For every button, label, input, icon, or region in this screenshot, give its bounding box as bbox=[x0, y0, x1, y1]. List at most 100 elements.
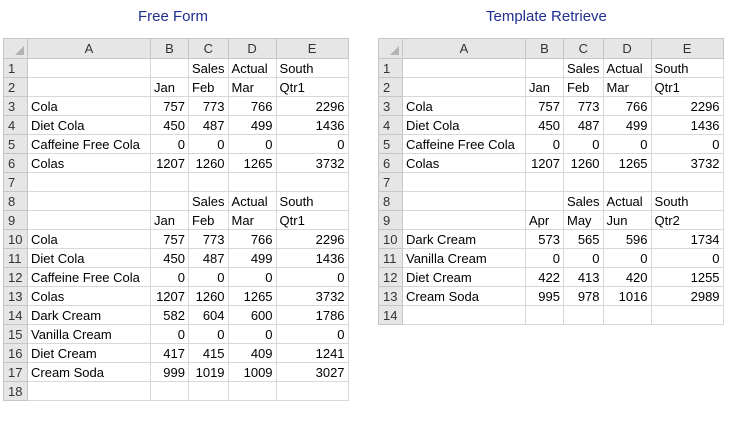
cell-a[interactable]: Diet Cola bbox=[27, 248, 151, 268]
cell-a[interactable]: Cream Soda bbox=[402, 286, 526, 306]
cell-d[interactable]: 766 bbox=[227, 96, 277, 116]
cell-d[interactable]: 499 bbox=[602, 115, 652, 135]
cell-a[interactable] bbox=[402, 210, 526, 230]
row-header[interactable]: 12 bbox=[3, 267, 28, 287]
cell-c[interactable]: Feb bbox=[188, 210, 229, 230]
cell-c[interactable]: 1019 bbox=[188, 362, 229, 382]
row-header[interactable]: 6 bbox=[3, 153, 28, 173]
column-header-a[interactable]: A bbox=[27, 38, 151, 59]
cell-d[interactable]: Jun bbox=[602, 210, 652, 230]
cell-e[interactable]: Qtr1 bbox=[650, 77, 724, 97]
cell-c[interactable]: 0 bbox=[188, 267, 229, 287]
row-header[interactable]: 11 bbox=[378, 248, 403, 268]
cell-b[interactable]: 450 bbox=[525, 115, 564, 135]
cell-a[interactable] bbox=[27, 210, 151, 230]
cell-e[interactable]: 0 bbox=[275, 134, 349, 154]
select-all-corner[interactable] bbox=[378, 38, 403, 59]
cell-a[interactable]: Dark Cream bbox=[27, 305, 151, 325]
cell-e[interactable]: Qtr1 bbox=[275, 77, 349, 97]
row-header[interactable]: 18 bbox=[3, 381, 28, 401]
row-header[interactable]: 3 bbox=[3, 96, 28, 116]
cell-b[interactable]: 1207 bbox=[525, 153, 564, 173]
cell-e[interactable]: Qtr1 bbox=[275, 210, 349, 230]
cell-e[interactable]: 0 bbox=[275, 267, 349, 287]
cell-a[interactable] bbox=[27, 58, 151, 78]
cell-e[interactable] bbox=[650, 172, 724, 192]
column-header-b[interactable]: B bbox=[150, 38, 189, 59]
cell-d[interactable]: Actual bbox=[227, 58, 277, 78]
cell-d[interactable]: 1265 bbox=[227, 153, 277, 173]
cell-c[interactable] bbox=[563, 172, 604, 192]
cell-a[interactable]: Caffeine Free Cola bbox=[402, 134, 526, 154]
cell-e[interactable]: 3027 bbox=[275, 362, 349, 382]
cell-b[interactable] bbox=[525, 172, 564, 192]
cell-d[interactable]: 1016 bbox=[602, 286, 652, 306]
row-header[interactable]: 12 bbox=[378, 267, 403, 287]
cell-a[interactable]: Caffeine Free Cola bbox=[27, 134, 151, 154]
cell-a[interactable]: Diet Cream bbox=[27, 343, 151, 363]
row-header[interactable]: 8 bbox=[378, 191, 403, 211]
cell-e[interactable]: Qtr2 bbox=[650, 210, 724, 230]
cell-c[interactable]: Feb bbox=[188, 77, 229, 97]
cell-b[interactable]: 1207 bbox=[150, 286, 189, 306]
cell-d[interactable]: 766 bbox=[602, 96, 652, 116]
cell-a[interactable]: Colas bbox=[402, 153, 526, 173]
cell-b[interactable] bbox=[150, 191, 189, 211]
cell-b[interactable]: 999 bbox=[150, 362, 189, 382]
cell-a[interactable] bbox=[402, 58, 526, 78]
cell-d[interactable]: 0 bbox=[602, 248, 652, 268]
cell-d[interactable]: Mar bbox=[227, 77, 277, 97]
row-header[interactable]: 7 bbox=[3, 172, 28, 192]
cell-b[interactable]: 450 bbox=[150, 115, 189, 135]
cell-e[interactable]: 2989 bbox=[650, 286, 724, 306]
cell-d[interactable] bbox=[602, 305, 652, 325]
cell-e[interactable]: 1734 bbox=[650, 229, 724, 249]
cell-a[interactable]: Cream Soda bbox=[27, 362, 151, 382]
cell-b[interactable]: Apr bbox=[525, 210, 564, 230]
cell-b[interactable]: Jan bbox=[150, 210, 189, 230]
cell-a[interactable] bbox=[27, 381, 151, 401]
row-header[interactable]: 14 bbox=[378, 305, 403, 325]
cell-b[interactable]: 573 bbox=[525, 229, 564, 249]
cell-d[interactable]: 1265 bbox=[602, 153, 652, 173]
cell-e[interactable]: 1436 bbox=[275, 115, 349, 135]
cell-d[interactable]: 0 bbox=[602, 134, 652, 154]
cell-d[interactable]: 409 bbox=[227, 343, 277, 363]
row-header[interactable]: 5 bbox=[378, 134, 403, 154]
cell-b[interactable]: Jan bbox=[150, 77, 189, 97]
cell-c[interactable]: 0 bbox=[188, 134, 229, 154]
cell-b[interactable]: 0 bbox=[525, 248, 564, 268]
column-header-d[interactable]: D bbox=[602, 38, 652, 59]
row-header[interactable]: 11 bbox=[3, 248, 28, 268]
cell-a[interactable] bbox=[27, 172, 151, 192]
cell-d[interactable]: 420 bbox=[602, 267, 652, 287]
cell-c[interactable]: 415 bbox=[188, 343, 229, 363]
cell-b[interactable]: 0 bbox=[525, 134, 564, 154]
cell-c[interactable] bbox=[563, 305, 604, 325]
cell-c[interactable]: 0 bbox=[188, 324, 229, 344]
cell-c[interactable]: 604 bbox=[188, 305, 229, 325]
cell-e[interactable]: 0 bbox=[650, 134, 724, 154]
row-header[interactable]: 15 bbox=[3, 324, 28, 344]
cell-b[interactable]: 757 bbox=[150, 96, 189, 116]
cell-d[interactable]: Actual bbox=[602, 58, 652, 78]
cell-c[interactable]: 487 bbox=[563, 115, 604, 135]
cell-d[interactable] bbox=[227, 172, 277, 192]
cell-e[interactable] bbox=[650, 305, 724, 325]
cell-e[interactable]: 1436 bbox=[275, 248, 349, 268]
row-header[interactable]: 10 bbox=[378, 229, 403, 249]
cell-d[interactable]: 600 bbox=[227, 305, 277, 325]
cell-c[interactable] bbox=[188, 381, 229, 401]
cell-d[interactable]: 0 bbox=[227, 267, 277, 287]
cell-a[interactable] bbox=[402, 77, 526, 97]
cell-a[interactable]: Colas bbox=[27, 286, 151, 306]
row-header[interactable]: 7 bbox=[378, 172, 403, 192]
row-header[interactable]: 13 bbox=[3, 286, 28, 306]
column-header-c[interactable]: C bbox=[563, 38, 604, 59]
cell-e[interactable]: 0 bbox=[650, 248, 724, 268]
cell-a[interactable]: Vanilla Cream bbox=[402, 248, 526, 268]
cell-d[interactable]: 0 bbox=[227, 134, 277, 154]
cell-b[interactable] bbox=[150, 58, 189, 78]
cell-a[interactable] bbox=[27, 191, 151, 211]
cell-b[interactable]: 0 bbox=[150, 267, 189, 287]
